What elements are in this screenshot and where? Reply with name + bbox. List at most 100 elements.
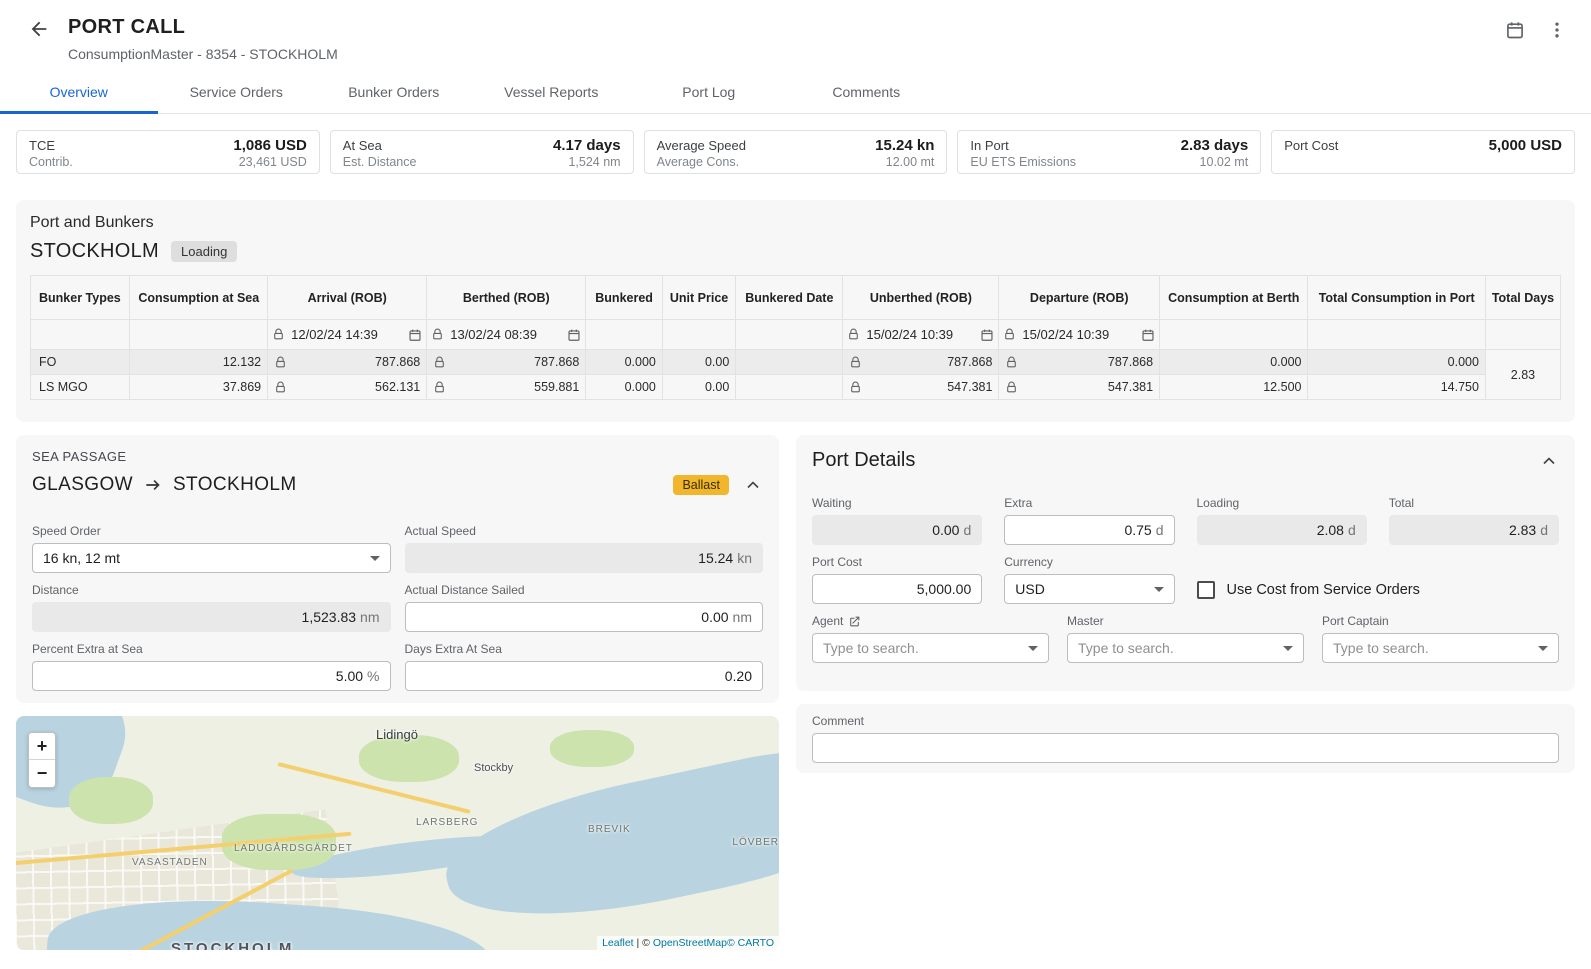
back-button[interactable] bbox=[28, 18, 50, 62]
collapse-button[interactable] bbox=[743, 475, 763, 495]
berthed-date-cell[interactable]: 13/02/24 08:39 bbox=[427, 320, 586, 350]
field-label: Loading bbox=[1197, 496, 1367, 510]
bunkered[interactable]: 0.000 bbox=[586, 350, 663, 375]
comment-card: Comment bbox=[796, 704, 1575, 773]
kpi-subvalue: 23,461 USD bbox=[239, 155, 307, 169]
berthed-date[interactable]: 13/02/24 08:39 bbox=[450, 327, 561, 342]
tab-vessel-reports[interactable]: Vessel Reports bbox=[473, 72, 631, 113]
master-placeholder: Type to search. bbox=[1078, 640, 1174, 656]
col-total-days: Total Days bbox=[1485, 276, 1560, 320]
table-header-row: Bunker Types Consumption at Sea Arrival … bbox=[31, 276, 1561, 320]
actual-distance-sailed-input[interactable]: 0.00 nm bbox=[405, 602, 764, 632]
kpi-label: TCE bbox=[29, 138, 55, 153]
departure-date[interactable]: 15/02/24 10:39 bbox=[1022, 327, 1135, 342]
kpi-sublabel: Average Cons. bbox=[657, 155, 739, 169]
bunkered-date[interactable] bbox=[736, 375, 843, 400]
extra-value: 0.75 bbox=[1124, 522, 1151, 538]
consumption-at-sea: 12.132 bbox=[130, 350, 268, 375]
collapse-button[interactable] bbox=[1539, 451, 1559, 471]
unit-price[interactable]: 0.00 bbox=[662, 375, 735, 400]
unit-suffix: d bbox=[963, 522, 971, 538]
lock-icon[interactable] bbox=[849, 381, 862, 394]
arrival-date-cell[interactable]: 12/02/24 14:39 bbox=[268, 320, 427, 350]
map-attribution: Leaflet | © OpenStreetMap© CARTO bbox=[597, 936, 779, 950]
use-cost-checkbox[interactable]: Use Cost from Service Orders bbox=[1197, 555, 1560, 604]
lock-icon[interactable] bbox=[1005, 356, 1018, 369]
arrival-date[interactable]: 12/02/24 14:39 bbox=[291, 327, 402, 342]
kpi-at-sea: At Sea4.17 days Est. Distance1,524 nm bbox=[330, 130, 634, 174]
calendar-button[interactable] bbox=[1505, 20, 1525, 40]
comment-input[interactable] bbox=[812, 733, 1559, 763]
map-label-larsberg: LARSBERG bbox=[416, 817, 478, 828]
agent-search-input[interactable]: Type to search. bbox=[812, 633, 1049, 663]
map-park bbox=[550, 730, 634, 767]
currency-select[interactable]: USD bbox=[1004, 574, 1174, 604]
total-input: 2.83 d bbox=[1389, 515, 1559, 545]
percent-extra-input[interactable]: 5.00 % bbox=[32, 661, 391, 691]
master-search-input[interactable]: Type to search. bbox=[1067, 633, 1304, 663]
tab-bunker-orders[interactable]: Bunker Orders bbox=[315, 72, 473, 113]
map-label-vasastaden: VASASTADEN bbox=[132, 857, 208, 868]
lock-icon[interactable] bbox=[849, 356, 862, 369]
lock-icon[interactable] bbox=[274, 356, 287, 369]
port-captain-search-input[interactable]: Type to search. bbox=[1322, 633, 1559, 663]
kpi-value: 1,086 USD bbox=[233, 137, 306, 154]
page-subtitle: ConsumptionMaster - 8354 - STOCKHOLM bbox=[68, 46, 338, 62]
tab-overview[interactable]: Overview bbox=[0, 72, 158, 114]
sea-passage-card: SEA PASSAGE GLASGOW STOCKHOLM Ballast bbox=[16, 435, 779, 703]
zoom-out-button[interactable]: − bbox=[29, 760, 55, 787]
days-extra-at-sea-field: Days Extra At Sea 0.20 bbox=[405, 642, 764, 691]
departure-date-cell[interactable]: 15/02/24 10:39 bbox=[999, 320, 1160, 350]
external-link-icon[interactable] bbox=[848, 615, 861, 628]
unit-suffix: d bbox=[1348, 522, 1356, 538]
calendar-icon[interactable] bbox=[1141, 328, 1155, 342]
leaflet-link[interactable]: Leaflet bbox=[602, 937, 634, 949]
lock-icon[interactable] bbox=[1005, 381, 1018, 394]
lock-icon[interactable] bbox=[272, 328, 285, 341]
route-from: GLASGOW bbox=[32, 474, 133, 496]
field-label: Currency bbox=[1004, 555, 1174, 569]
lock-icon[interactable] bbox=[431, 328, 444, 341]
actual-distance-value: 0.00 bbox=[701, 609, 728, 625]
port-captain-placeholder: Type to search. bbox=[1333, 640, 1429, 656]
lock-icon[interactable] bbox=[1003, 328, 1016, 341]
port-cost-input[interactable]: 5,000.00 bbox=[812, 574, 982, 604]
tab-port-log[interactable]: Port Log bbox=[630, 72, 788, 113]
bunkered-date[interactable] bbox=[736, 350, 843, 375]
currency-value: USD bbox=[1015, 581, 1045, 597]
extra-input[interactable]: 0.75 d bbox=[1004, 515, 1174, 545]
kpi-row: TCE1,086 USD Contrib.23,461 USD At Sea4.… bbox=[16, 130, 1575, 174]
calendar-icon[interactable] bbox=[567, 328, 581, 342]
port-cost-field: Port Cost 5,000.00 bbox=[812, 555, 982, 604]
lock-icon[interactable] bbox=[433, 356, 446, 369]
unit-suffix: kn bbox=[737, 550, 752, 566]
tab-comments[interactable]: Comments bbox=[788, 72, 946, 113]
kebab-menu-button[interactable] bbox=[1547, 20, 1567, 40]
arrival-rob: 787.868 bbox=[268, 350, 427, 375]
map[interactable]: Lidingö Stockby LARSBERG BREVIK LÖVBER V… bbox=[16, 716, 779, 950]
agent-field: Agent Type to search. bbox=[812, 614, 1049, 663]
unberthed-date-cell[interactable]: 15/02/24 10:39 bbox=[843, 320, 999, 350]
agent-placeholder: Type to search. bbox=[823, 640, 919, 656]
speed-order-select[interactable]: 16 kn, 12 mt bbox=[32, 543, 391, 573]
zoom-in-button[interactable]: + bbox=[29, 733, 55, 760]
field-label: Port Cost bbox=[812, 555, 982, 569]
lock-icon[interactable] bbox=[433, 381, 446, 394]
calendar-icon[interactable] bbox=[980, 328, 994, 342]
days-extra-input[interactable]: 0.20 bbox=[405, 661, 764, 691]
bunkered[interactable]: 0.000 bbox=[586, 375, 663, 400]
tab-service-orders[interactable]: Service Orders bbox=[158, 72, 316, 113]
chevron-up-icon bbox=[743, 475, 763, 495]
field-label: Days Extra At Sea bbox=[405, 642, 764, 656]
checkbox-icon[interactable] bbox=[1197, 581, 1215, 599]
carto-link[interactable]: © CARTO bbox=[727, 937, 774, 949]
actual-speed-field: Actual Speed 15.24 kn bbox=[405, 524, 764, 573]
lock-icon[interactable] bbox=[274, 381, 287, 394]
calendar-icon[interactable] bbox=[408, 328, 422, 342]
osm-link[interactable]: OpenStreetMap bbox=[653, 937, 727, 949]
kpi-subvalue: 12.00 mt bbox=[886, 155, 935, 169]
unberthed-date[interactable]: 15/02/24 10:39 bbox=[866, 327, 974, 342]
unit-price[interactable]: 0.00 bbox=[662, 350, 735, 375]
lock-icon[interactable] bbox=[847, 328, 860, 341]
unit-suffix: nm bbox=[733, 609, 752, 625]
